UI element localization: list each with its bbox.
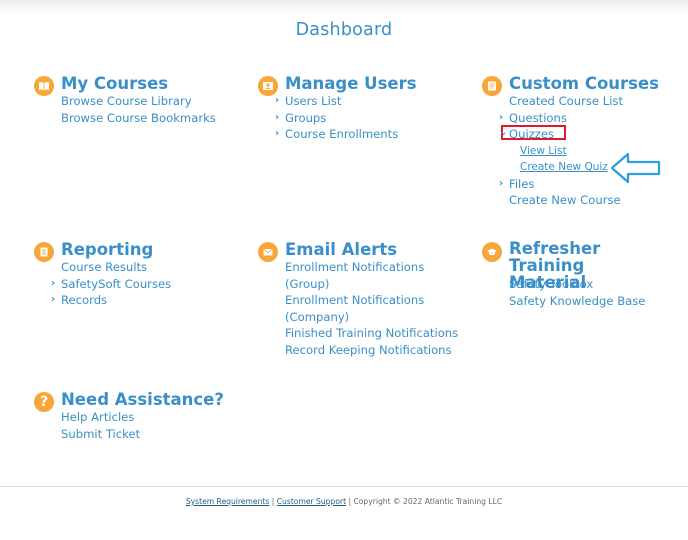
chevron-down-icon: ⌄ (499, 127, 508, 138)
book-edit-icon (482, 76, 502, 96)
view-list-link[interactable]: View List (509, 143, 623, 160)
course-enrollments-link[interactable]: › Course Enrollments (275, 126, 398, 143)
question-icon: ? (34, 392, 54, 412)
highlight-box (501, 125, 566, 140)
pointer-arrow-icon (610, 152, 661, 184)
page-title: Dashboard (295, 20, 393, 40)
document-icon (34, 242, 54, 262)
record-keeping-notifications-link[interactable]: Record Keeping Notifications (285, 342, 458, 359)
enrollment-notifications-group-link[interactable]: Enrollment Notifications (Group) (285, 259, 425, 292)
need-assistance-title[interactable]: Need Assistance? (61, 390, 224, 409)
quizzes-link[interactable]: ⌄ Quizzes (499, 125, 623, 143)
browse-course-library-link[interactable]: Browse Course Library (61, 93, 216, 110)
custom-courses-title[interactable]: Custom Courses (509, 74, 659, 93)
questions-link[interactable]: › Questions (499, 110, 623, 127)
book-icon (34, 76, 54, 96)
records-link[interactable]: › Records (51, 292, 171, 309)
help-articles-link[interactable]: Help Articles (61, 409, 140, 426)
create-new-course-link[interactable]: Create New Course (509, 192, 623, 209)
customer-support-link[interactable]: Customer Support (277, 497, 346, 506)
reporting-title[interactable]: Reporting (61, 240, 153, 259)
safety-knowledge-base-link[interactable]: Safety Knowledge Base (509, 293, 645, 310)
safetysoft-courses-link[interactable]: › SafetySoft Courses (51, 276, 171, 293)
my-courses-title[interactable]: My Courses (61, 74, 168, 93)
finished-training-notifications-link[interactable]: Finished Training Notifications (285, 325, 458, 342)
created-course-list-link[interactable]: Created Course List (509, 93, 623, 110)
email-alerts-title[interactable]: Email Alerts (285, 240, 397, 259)
chevron-right-icon: › (275, 111, 280, 123)
browse-course-bookmarks-link[interactable]: Browse Course Bookmarks (61, 110, 216, 127)
safety-toolbox-link[interactable]: Safety Toolbox (509, 276, 645, 293)
footer: System Requirements | Customer Support |… (0, 497, 688, 506)
manage-users-title[interactable]: Manage Users (285, 74, 417, 93)
chevron-right-icon: › (275, 95, 280, 106)
groups-link[interactable]: › Groups (275, 110, 398, 127)
chevron-right-icon: › (499, 177, 504, 189)
enrollment-notifications-company-link[interactable]: Enrollment Notifications (Company) (285, 292, 425, 325)
system-requirements-link[interactable]: System Requirements (186, 497, 270, 506)
top-shadow (0, 0, 688, 14)
chevron-right-icon: › (51, 277, 56, 289)
chevron-right-icon: › (51, 294, 56, 305)
footer-divider (0, 486, 688, 487)
chevron-right-icon: › (275, 128, 280, 139)
users-list-link[interactable]: › Users List (275, 93, 398, 110)
footer-separator: | (269, 497, 277, 506)
create-new-quiz-link[interactable]: Create New Quiz (509, 159, 623, 176)
chevron-right-icon: › (499, 111, 504, 123)
copyright-text: | Copyright © 2022 Atlantic Training LLC (346, 497, 503, 506)
files-link[interactable]: › Files (499, 176, 623, 193)
graduation-cap-icon (482, 242, 502, 262)
course-results-link[interactable]: Course Results (61, 259, 171, 276)
envelope-icon (258, 242, 278, 262)
submit-ticket-link[interactable]: Submit Ticket (61, 426, 140, 443)
